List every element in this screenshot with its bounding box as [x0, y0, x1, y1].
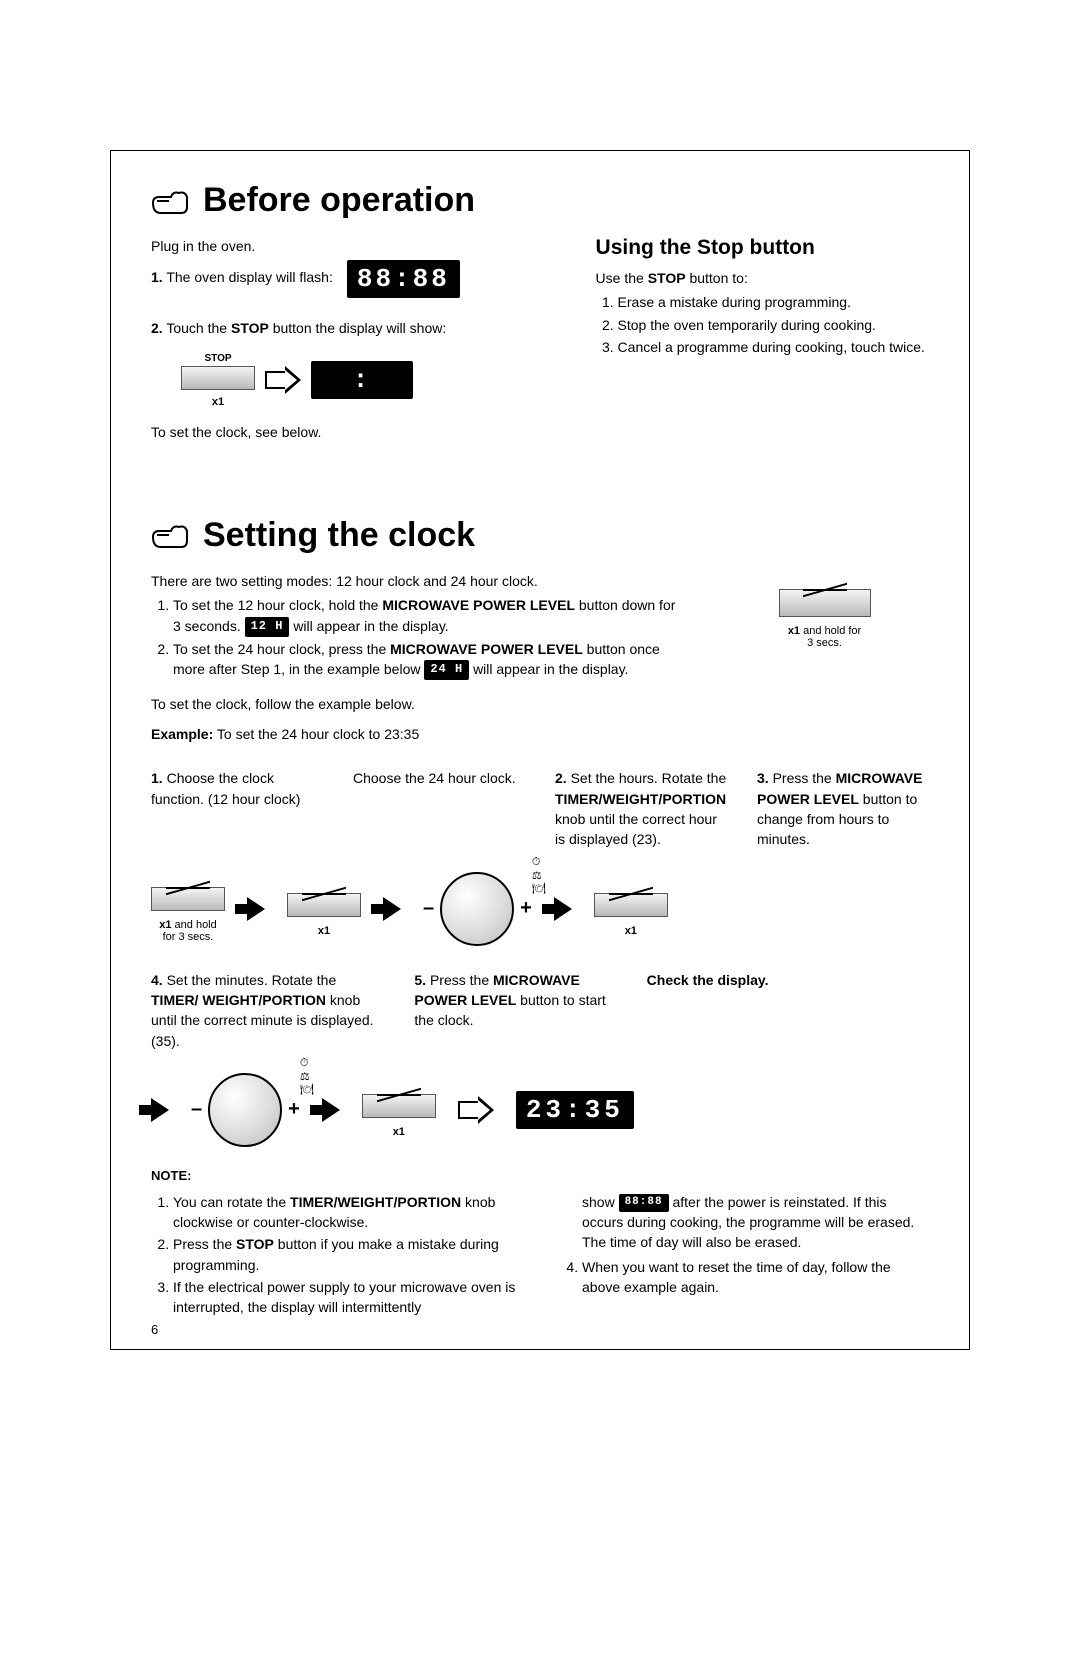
- dial-mode-icons: ⏱⚖🍽: [300, 1057, 314, 1096]
- plug-in-text: Plug in the oven.: [151, 236, 556, 256]
- arrow-right-icon: [383, 897, 401, 921]
- follow-example: To set the clock, follow the example bel…: [151, 694, 680, 714]
- arrow-right-icon: [247, 897, 265, 921]
- arrow-right-icon: [322, 1098, 340, 1122]
- item2-pre: Touch the: [166, 320, 231, 336]
- item1-row: 1. The oven display will flash:: [151, 267, 333, 287]
- section2-heading: Setting the clock: [151, 516, 929, 555]
- level-slash-icon: [603, 881, 659, 895]
- stop-usage-list: Erase a mistake during programming. Stop…: [596, 292, 929, 357]
- display-colon: :: [311, 361, 413, 399]
- pl-button-graphic: [362, 1094, 436, 1118]
- fig-step2-dial: – + ⏱⚖🍽: [423, 872, 532, 946]
- note-2: Press the STOP button if you make a mist…: [173, 1234, 520, 1275]
- level-slash-icon: [371, 1082, 427, 1096]
- level-slash-icon: [296, 881, 352, 895]
- level-slash-icon: [797, 577, 853, 591]
- fig-step5: x1: [362, 1082, 436, 1138]
- stop-button-label: STOP: [204, 353, 231, 364]
- stop-x1: x1: [212, 396, 224, 408]
- note-1: You can rotate the TIMER/WEIGHT/PORTION …: [173, 1192, 520, 1233]
- step2-text: 2. Set the hours. Rotate the TIMER/WEIGH…: [555, 768, 727, 853]
- use-stop-post: button to:: [686, 270, 748, 286]
- stop-li-2: Stop the oven temporarily during cooking…: [618, 315, 929, 335]
- clock-mode-list: To set the 12 hour clock, hold the MICRO…: [151, 595, 680, 680]
- arrow-right-icon: [151, 1098, 169, 1122]
- section2-title: Setting the clock: [203, 516, 475, 555]
- display-flash: 88:88: [347, 260, 460, 298]
- step1-text: 1. Choose the clock function. (12 hour c…: [151, 768, 323, 853]
- arrow-outline-icon: [458, 1096, 494, 1124]
- example-text: To set the 24 hour clock to 23:35: [213, 726, 419, 742]
- arrow-right-icon: [554, 897, 572, 921]
- using-stop-heading: Using the Stop button: [596, 236, 929, 260]
- item2-stop: STOP: [231, 320, 269, 336]
- fig-step4-dial: – + ⏱⚖🍽: [191, 1073, 300, 1147]
- display-24h: 24 H: [424, 660, 469, 679]
- arrow-outline-icon: [265, 366, 301, 394]
- stop-li-3: Cancel a programme during cooking, touch…: [618, 337, 929, 357]
- note-3-cont: show 88:88 after the power is reinstated…: [582, 1192, 929, 1253]
- note-list-left: You can rotate the TIMER/WEIGHT/PORTION …: [151, 1192, 520, 1318]
- step4-text: 4. Set the minutes. Rotate the TIMER/ WE…: [151, 970, 384, 1055]
- dial-minus: –: [191, 1098, 202, 1121]
- pl-button-graphic: [151, 887, 225, 911]
- power-level-button-graphic: [779, 589, 871, 617]
- pl-hold-caption: x1 and hold for 3 secs.: [720, 625, 929, 649]
- page-number: 6: [151, 1322, 158, 1337]
- stop-li-1: Erase a mistake during programming.: [618, 292, 929, 312]
- clock-intro: There are two setting modes: 12 hour clo…: [151, 571, 680, 591]
- page: Before operation Plug in the oven. 1. Th…: [110, 150, 970, 1350]
- use-stop-pre: Use the: [596, 270, 648, 286]
- display-result: 23:35: [516, 1091, 634, 1129]
- check-display-text: Check the display.: [647, 970, 929, 1055]
- example-label: Example:: [151, 726, 213, 742]
- note-list-right: When you want to reset the time of day, …: [560, 1257, 929, 1298]
- dial-plus: +: [520, 897, 532, 920]
- display-12h: 12 H: [245, 617, 290, 636]
- stop-button-graphic: [181, 366, 255, 390]
- power-level-button-fig: [779, 577, 871, 617]
- display-8888-inline: 88:88: [619, 1194, 669, 1212]
- dial-mode-icons: ⏱⚖🍽: [532, 856, 546, 895]
- hand-point-icon: [151, 187, 191, 215]
- note-heading: NOTE:: [151, 1167, 929, 1186]
- item2-row: 2. Touch the STOP button the display wil…: [151, 318, 556, 338]
- mode-24h: To set the 24 hour clock, press the MICR…: [173, 639, 680, 680]
- use-stop-lead: Use the STOP button to:: [596, 268, 929, 288]
- stop-button-fig: STOP x1: [181, 353, 255, 408]
- pl-button-graphic: [287, 893, 361, 917]
- example-line: Example: To set the 24 hour clock to 23:…: [151, 724, 680, 744]
- set-clock-below: To set the clock, see below.: [151, 422, 556, 442]
- dial-minus: –: [423, 897, 434, 920]
- note-3: If the electrical power supply to your m…: [173, 1277, 520, 1318]
- fig-step1a: x1 and holdfor 3 secs.: [151, 875, 225, 943]
- item1-text: The oven display will flash:: [166, 269, 333, 285]
- section1-title: Before operation: [203, 181, 475, 220]
- dial-knob: [440, 872, 514, 946]
- step1b-text: Choose the 24 hour clock.: [353, 768, 525, 853]
- step5-text: 5. Press the MICROWAVE POWER LEVEL butto…: [414, 970, 616, 1055]
- fig-step1b: x1: [287, 881, 361, 937]
- hand-point-icon: [151, 521, 191, 549]
- note-4: When you want to reset the time of day, …: [582, 1257, 929, 1298]
- section1-heading: Before operation: [151, 181, 929, 220]
- item2-post: button the display will show:: [269, 320, 446, 336]
- step3-text: 3. Press the MICROWAVE POWER LEVEL butto…: [757, 768, 929, 853]
- use-stop-stop: STOP: [648, 270, 686, 286]
- dial-plus: +: [288, 1098, 300, 1121]
- pl-button-graphic: [594, 893, 668, 917]
- dial-knob: [208, 1073, 282, 1147]
- fig-step3: x1: [594, 881, 668, 937]
- level-slash-icon: [160, 875, 216, 889]
- mode-12h: To set the 12 hour clock, hold the MICRO…: [173, 595, 680, 636]
